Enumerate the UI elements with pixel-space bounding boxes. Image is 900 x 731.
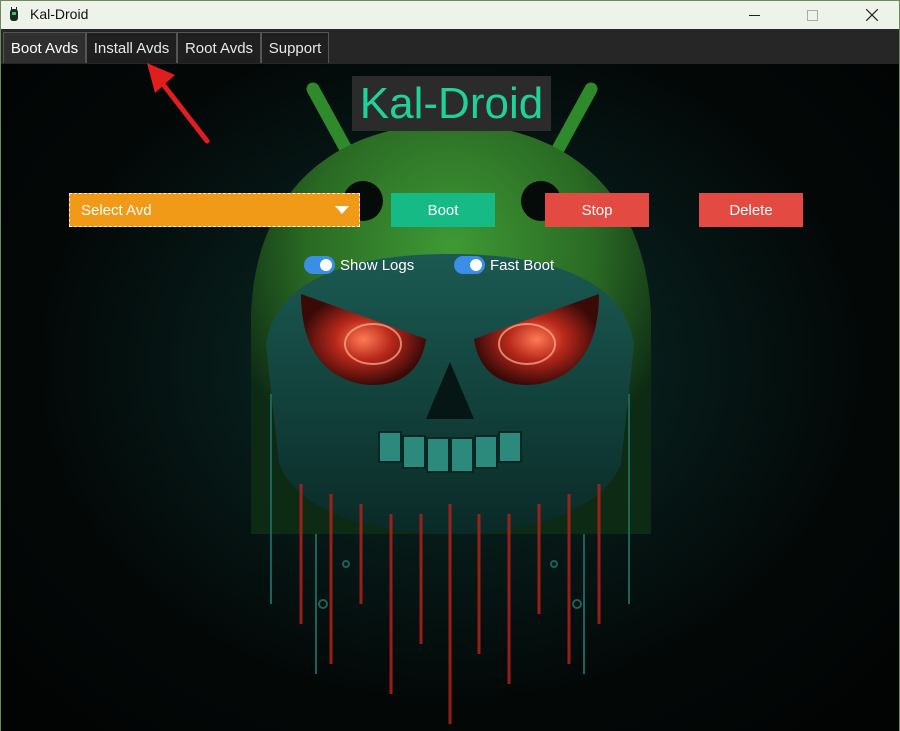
switch-knob (320, 259, 332, 271)
tab-boot-avds[interactable]: Boot Avds (3, 32, 86, 63)
close-button[interactable] (849, 1, 895, 29)
switch-knob (470, 259, 482, 271)
chevron-down-icon (335, 206, 349, 214)
app-title: Kal-Droid (352, 76, 551, 131)
stop-button[interactable]: Stop (545, 193, 649, 227)
main-content: Kal-Droid Select Avd Boot Stop Delete Sh… (1, 64, 899, 731)
minimize-icon (748, 14, 760, 16)
android-robot-icon (10, 7, 18, 21)
tab-support[interactable]: Support (261, 32, 329, 63)
app-window: Kal-Droid Boot Avds Install Avds Root Av… (0, 0, 900, 731)
fast-boot-label: Fast Boot (490, 256, 555, 274)
annotation-arrow-icon (147, 63, 210, 144)
maximize-icon (806, 9, 818, 21)
android-skull-background-image (251, 82, 651, 724)
close-icon (866, 9, 878, 21)
show-logs-label: Show Logs (340, 256, 415, 274)
window-title: Kal-Droid (30, 6, 89, 22)
tab-bar: Boot Avds Install Avds Root Avds Support (1, 29, 899, 65)
maximize-button[interactable] (789, 1, 835, 29)
minimize-button[interactable] (731, 1, 777, 29)
title-bar: Kal-Droid (1, 1, 899, 29)
fast-boot-toggle[interactable]: Fast Boot (454, 255, 554, 275)
select-avd-dropdown[interactable]: Select Avd (69, 193, 360, 227)
show-logs-switch[interactable] (304, 256, 335, 274)
fast-boot-switch[interactable] (454, 256, 485, 274)
delete-button[interactable]: Delete (699, 193, 803, 227)
show-logs-toggle[interactable]: Show Logs (304, 255, 414, 275)
select-avd-placeholder: Select Avd (81, 202, 152, 219)
boot-button[interactable]: Boot (391, 193, 495, 227)
